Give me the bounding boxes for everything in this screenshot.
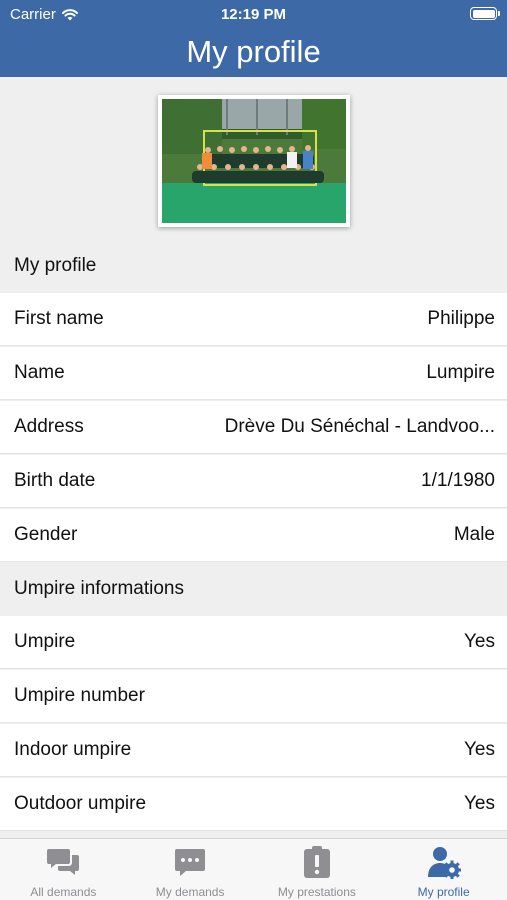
indoor-umpire-value: Yes bbox=[464, 739, 495, 760]
tab-bar: All demands My demands My prestations My… bbox=[0, 838, 507, 900]
name-value: Lumpire bbox=[426, 362, 495, 383]
row-birth-date[interactable]: Birth date 1/1/1980 bbox=[0, 455, 507, 508]
page-title: My profile bbox=[186, 34, 321, 69]
row-outdoor-umpire[interactable]: Outdoor umpire Yes bbox=[0, 778, 507, 831]
birth-date-value: 1/1/1980 bbox=[421, 470, 495, 491]
user-gear-icon bbox=[427, 847, 461, 879]
umpire-value: Yes bbox=[464, 631, 495, 652]
row-gender[interactable]: Gender Male bbox=[0, 509, 507, 562]
birth-date-label: Birth date bbox=[14, 470, 96, 491]
clipboard-alert-icon bbox=[303, 846, 330, 878]
umpire-number-label: Umpire number bbox=[14, 685, 145, 706]
tab-my-profile-label: My profile bbox=[417, 885, 470, 899]
profile-photo[interactable] bbox=[158, 95, 350, 227]
team-photo-image bbox=[162, 99, 346, 223]
status-bar: Carrier 12:19 PM bbox=[0, 0, 507, 28]
outdoor-umpire-value: Yes bbox=[464, 793, 495, 814]
row-first-name[interactable]: First name Philippe bbox=[0, 293, 507, 346]
navigation-header: Carrier 12:19 PM My profile bbox=[0, 0, 507, 77]
chat-bubbles-icon bbox=[47, 849, 80, 875]
address-value: Drève Du Sénéchal - Landvoo... bbox=[224, 416, 495, 437]
section-header-umpire-informations: Umpire informations bbox=[0, 562, 507, 615]
battery-icon bbox=[470, 7, 500, 20]
chat-bubble-icon bbox=[175, 849, 206, 876]
name-label: Name bbox=[14, 362, 65, 383]
row-umpire[interactable]: Umpire Yes bbox=[0, 616, 507, 669]
tab-my-prestations[interactable]: My prestations bbox=[254, 839, 381, 900]
row-address[interactable]: Address Drève Du Sénéchal - Landvoo... bbox=[0, 401, 507, 454]
row-umpire-number[interactable]: Umpire number bbox=[0, 670, 507, 723]
tab-my-prestations-label: My prestations bbox=[277, 885, 356, 899]
indoor-umpire-label: Indoor umpire bbox=[14, 739, 132, 760]
first-name-label: First name bbox=[14, 308, 104, 329]
umpire-label: Umpire bbox=[14, 631, 76, 652]
tab-all-demands[interactable]: All demands bbox=[0, 839, 127, 900]
tab-all-demands-label: All demands bbox=[30, 885, 97, 899]
tab-my-profile[interactable]: My profile bbox=[380, 839, 507, 900]
tab-my-demands[interactable]: My demands bbox=[127, 839, 254, 900]
section-header-my-profile: My profile bbox=[0, 239, 507, 292]
row-indoor-umpire[interactable]: Indoor umpire Yes bbox=[0, 724, 507, 777]
tab-my-demands-label: My demands bbox=[155, 885, 225, 899]
row-name[interactable]: Name Lumpire bbox=[0, 347, 507, 400]
gender-value: Male bbox=[453, 524, 495, 545]
address-label: Address bbox=[14, 416, 84, 437]
gender-label: Gender bbox=[14, 524, 78, 545]
outdoor-umpire-label: Outdoor umpire bbox=[14, 793, 147, 814]
status-time: 12:19 PM bbox=[220, 6, 287, 23]
first-name-value: Philippe bbox=[427, 308, 495, 329]
